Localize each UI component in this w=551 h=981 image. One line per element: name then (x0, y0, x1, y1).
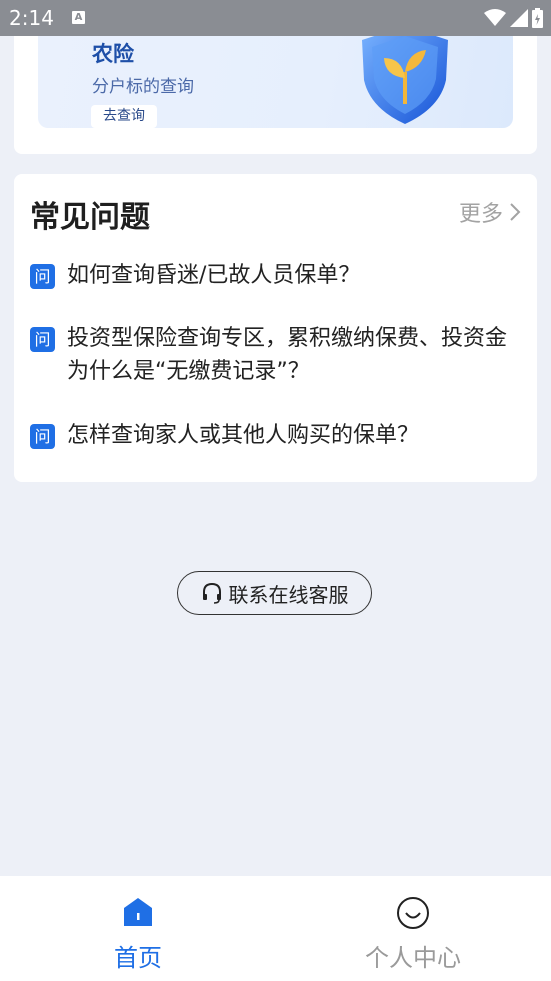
tab-profile-label: 个人中心 (365, 944, 461, 972)
question-badge-icon: 问 (30, 424, 55, 449)
question-badge-icon: 问 (30, 327, 55, 352)
faq-item-3[interactable]: 问 怎样查询家人或其他人购买的保单？ (30, 419, 520, 452)
query-button[interactable]: 去查询 (91, 105, 157, 128)
faq-title: 常见问题 (30, 200, 150, 235)
banner-title: 农险 (92, 42, 134, 66)
status-icons (484, 8, 543, 28)
chevron-right-icon (510, 203, 521, 221)
online-service-button[interactable]: 联系在线客服 (177, 571, 372, 615)
headset-icon (202, 582, 221, 604)
faq-question: 投资型保险查询专区，累积缴纳保费、投资金为什么是“无缴费记录”？ (67, 326, 508, 384)
question-badge-icon: 问 (30, 264, 55, 289)
faq-card: 常见问题 更多 问 如何查询昏迷/已故人员保单？ 问 投资型保险查询专区，累积缴… (14, 174, 537, 482)
status-bar: 2:14 A (0, 0, 551, 36)
faq-more-link[interactable]: 更多 (459, 196, 521, 228)
bottom-tab-bar: 首页 个人中心 (0, 876, 551, 981)
tab-profile[interactable]: 个人中心 (343, 876, 483, 981)
signal-icon (510, 9, 528, 27)
online-service-label: 联系在线客服 (228, 582, 349, 607)
faq-item-2[interactable]: 问 投资型保险查询专区，累积缴纳保费、投资金为什么是“无缴费记录”？ (30, 322, 520, 388)
home-icon (124, 898, 152, 926)
faq-question: 怎样查询家人或其他人购买的保单？ (67, 423, 420, 448)
faq-item-1[interactable]: 问 如何查询昏迷/已故人员保单？ (30, 259, 520, 292)
tab-home[interactable]: 首页 (68, 876, 208, 981)
tab-home-label: 首页 (114, 944, 162, 972)
banner-subtitle: 分户标的查询 (92, 77, 194, 97)
shield-sprout-icon (362, 26, 448, 124)
smile-face-icon (397, 897, 429, 929)
wifi-icon (484, 9, 506, 26)
status-time: 2:14 (9, 6, 54, 30)
faq-question: 如何查询昏迷/已故人员保单？ (67, 263, 361, 288)
faq-more-label: 更多 (458, 202, 503, 227)
battery-icon (532, 8, 543, 28)
notification-a-icon: A (72, 11, 85, 24)
